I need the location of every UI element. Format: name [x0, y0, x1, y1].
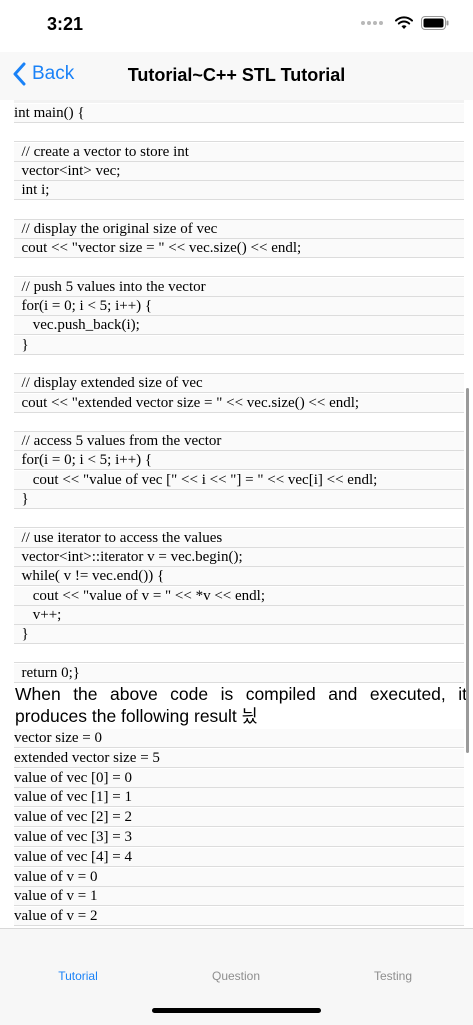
tab-tutorial[interactable]: Tutorial	[28, 969, 128, 983]
code-line: cout << "value of v = " << *v << endl;	[14, 586, 464, 606]
output-line: value of vec [3] = 3	[14, 828, 464, 847]
output-line: value of vec [4] = 4	[14, 847, 464, 867]
code-line: }	[14, 335, 464, 355]
output-line: value of v = 0	[14, 867, 464, 887]
code-line	[14, 123, 464, 143]
code-line: // display the original size of vec	[14, 219, 464, 239]
output-line: vector size = 0	[14, 729, 464, 748]
tutorial-content[interactable]: int main() { // create a vector to store…	[0, 100, 473, 928]
wifi-icon	[395, 16, 413, 29]
page-title: Tutorial~C++ STL Tutorial	[0, 65, 473, 86]
code-line	[14, 258, 464, 278]
code-line	[14, 200, 464, 220]
scrollbar[interactable]	[466, 388, 469, 753]
output-line: value of vec [1] = 1	[14, 788, 464, 808]
code-line: // create a vector to store int	[14, 142, 464, 162]
code-line: cout << "value of vec [" << i << "] = " …	[14, 470, 464, 490]
code-line: vector<int> vec;	[14, 161, 464, 181]
output-line: value of vec [0] = 0	[14, 768, 464, 788]
code-line	[14, 354, 464, 374]
page-title-text: Tutorial~C++ STL Tutorial	[127, 65, 346, 85]
code-line: for(i = 0; i < 5; i++) {	[14, 451, 464, 471]
code-line	[14, 412, 464, 432]
status-icons	[361, 16, 449, 30]
tab-testing[interactable]: Testing	[343, 969, 443, 983]
code-line	[14, 644, 464, 664]
output-line: extended vector size = 5	[14, 748, 464, 768]
code-line: // push 5 values into the vector	[14, 277, 464, 297]
code-line: v++;	[14, 605, 464, 625]
code-line: vector<int>::iterator v = vec.begin();	[14, 547, 464, 567]
navigation-bar: Back Tutorial~C++ STL Tutorial	[0, 52, 473, 100]
output-line: value of vec [2] = 2	[14, 808, 464, 828]
code-line: }	[14, 625, 464, 645]
code-line: // access 5 values from the vector	[14, 432, 464, 452]
code-line: }	[14, 490, 464, 509]
code-line: int i;	[14, 181, 464, 201]
code-line: cout << "vector size = " << vec.size() <…	[14, 239, 464, 259]
code-line: // display extended size of vec	[14, 374, 464, 394]
code-line: return 0;}	[14, 663, 464, 683]
status-time: 3:21	[47, 14, 84, 34]
code-line: int main() {	[14, 104, 464, 123]
cellular-signal-icon	[361, 21, 383, 25]
code-line: for(i = 0; i < 5; i++) {	[14, 297, 464, 316]
tab-question[interactable]: Question	[186, 969, 286, 983]
clipped-code-line	[14, 100, 464, 103]
code-line: vec.push_back(i);	[14, 316, 464, 336]
home-indicator	[152, 1008, 321, 1013]
battery-icon	[421, 16, 449, 30]
code-line: while( v != vec.end()) {	[14, 567, 464, 587]
code-line: cout << "extended vector size = " << vec…	[14, 393, 464, 413]
code-line: // use iterator to access the values	[14, 528, 464, 548]
code-line	[14, 509, 464, 529]
output-line: value of v = 1	[14, 887, 464, 907]
output-line: value of v = 2	[14, 907, 464, 927]
result-description: When the above code is compiled and exec…	[15, 684, 467, 726]
status-bar: 3:21	[0, 0, 473, 52]
